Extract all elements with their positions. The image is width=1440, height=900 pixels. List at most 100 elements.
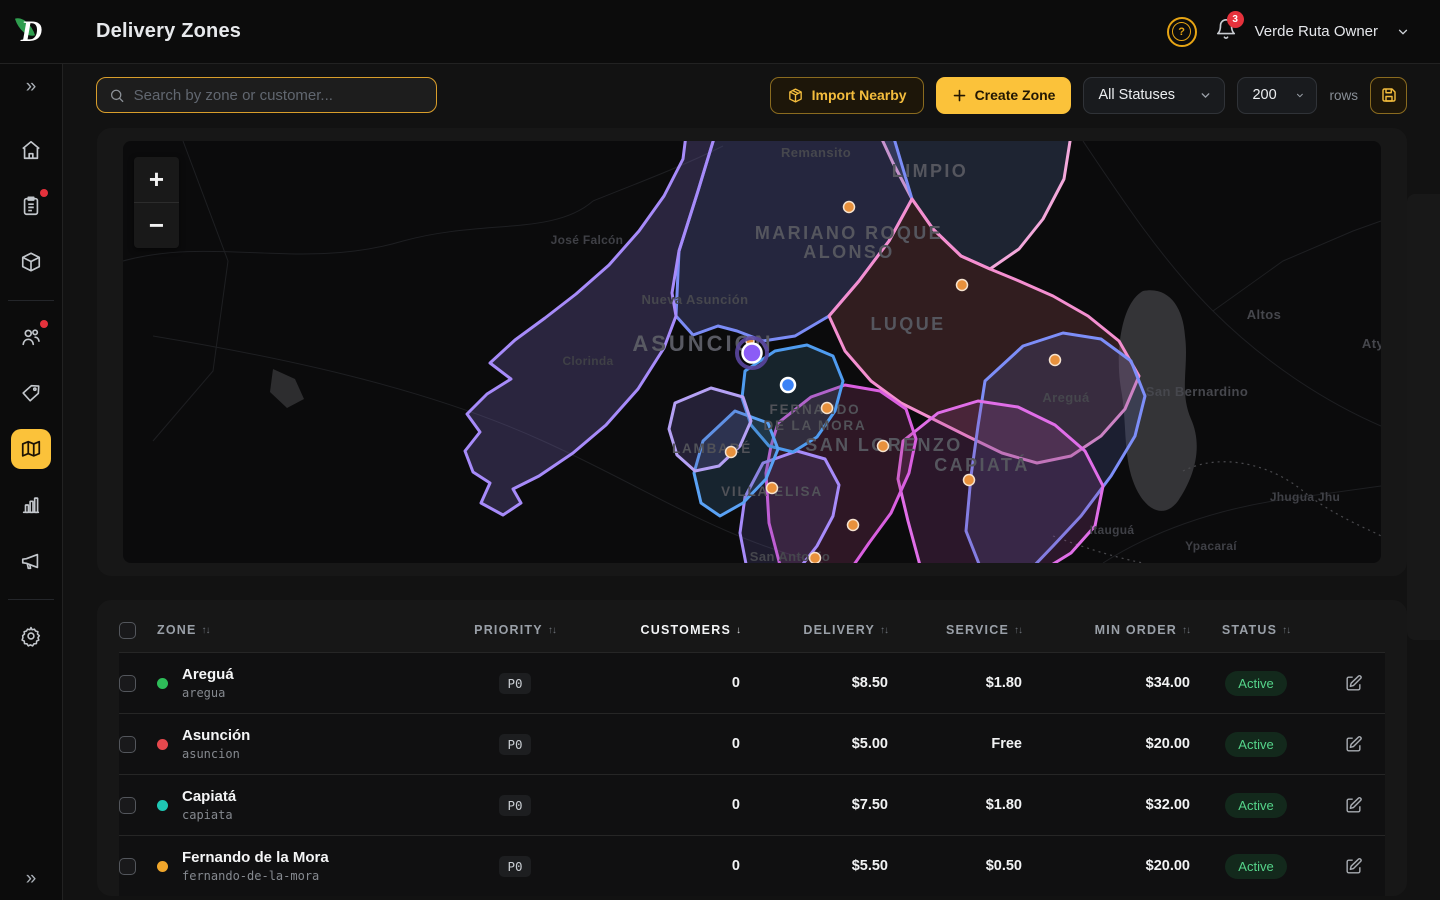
rows-count-select[interactable]: 200 bbox=[1237, 77, 1317, 114]
app-logo[interactable]: D bbox=[0, 0, 63, 64]
user-menu-name[interactable]: Verde Ruta Owner bbox=[1255, 23, 1378, 40]
search-box[interactable] bbox=[96, 77, 437, 113]
zones-toolbar: Import Nearby Create Zone All Statuses 2… bbox=[63, 64, 1440, 126]
import-nearby-button[interactable]: Import Nearby bbox=[770, 77, 924, 114]
status-badge: Active bbox=[1225, 854, 1286, 879]
search-icon bbox=[109, 87, 125, 104]
edit-zone-button[interactable] bbox=[1339, 668, 1369, 698]
sidebar-item-home[interactable] bbox=[11, 130, 51, 170]
service-fee-value: $1.80 bbox=[888, 797, 1022, 813]
column-header-min-order[interactable]: MIN ORDER↑↓ bbox=[1022, 623, 1190, 637]
sidebar-item-settings[interactable] bbox=[11, 616, 51, 656]
marker-orange[interactable] bbox=[726, 447, 737, 458]
sidebar-item-orders[interactable] bbox=[11, 186, 51, 226]
map-label: San Bernardino bbox=[1146, 384, 1248, 399]
zoom-in-button[interactable]: + bbox=[134, 157, 179, 202]
map-label: ALONSO bbox=[803, 242, 894, 262]
zone-polygon-asuncion-zone[interactable] bbox=[465, 141, 715, 515]
status-badge: Active bbox=[1225, 671, 1286, 696]
map-label: Areguá bbox=[1042, 390, 1090, 405]
search-input[interactable] bbox=[134, 87, 424, 104]
edit-zone-button[interactable] bbox=[1339, 790, 1369, 820]
sidebar-nav: » » bbox=[0, 64, 63, 900]
zoom-out-button[interactable]: − bbox=[134, 203, 179, 248]
table-row[interactable]: Fernando de la Mora fernando-de-la-mora … bbox=[119, 835, 1385, 896]
zones-map-card: RemansitoLIMPIOMARIANO ROQUEALONSOJosé F… bbox=[97, 128, 1407, 576]
service-fee-value: Free bbox=[888, 736, 1022, 752]
chevron-down-icon bbox=[1199, 89, 1212, 102]
notifications-bell-icon[interactable]: 3 bbox=[1215, 18, 1237, 45]
map-label: FERNANDO bbox=[770, 402, 861, 417]
users-icon bbox=[20, 326, 42, 348]
save-view-button[interactable] bbox=[1370, 77, 1407, 114]
marker-orange[interactable] bbox=[878, 441, 889, 452]
map-label: José Falcón bbox=[551, 233, 624, 247]
sidebar-item-zones-map[interactable] bbox=[11, 429, 51, 469]
marker-orange[interactable] bbox=[767, 483, 778, 494]
chevron-down-icon[interactable] bbox=[1396, 25, 1410, 39]
marker-orange[interactable] bbox=[810, 553, 821, 564]
column-header-priority[interactable]: PRIORITY↑↓ bbox=[455, 623, 575, 637]
column-header-delivery[interactable]: DELIVERY↑↓ bbox=[740, 623, 888, 637]
plus-icon bbox=[952, 88, 967, 103]
zone-color-dot bbox=[157, 678, 168, 689]
edit-zone-button[interactable] bbox=[1339, 729, 1369, 759]
help-icon[interactable]: ? bbox=[1167, 17, 1197, 47]
edit-icon bbox=[1344, 796, 1363, 815]
row-checkbox[interactable] bbox=[119, 858, 136, 875]
zone-slug: fernando-de-la-mora bbox=[182, 869, 329, 883]
row-checkbox[interactable] bbox=[119, 797, 136, 814]
home-icon bbox=[20, 139, 42, 161]
sidebar-item-products[interactable] bbox=[11, 242, 51, 282]
delivery-fee-value: $5.00 bbox=[740, 736, 888, 752]
delivery-fee-value: $7.50 bbox=[740, 797, 888, 813]
marker-orange[interactable] bbox=[848, 520, 859, 531]
column-header-zone[interactable]: ZONE↑↓ bbox=[157, 623, 455, 637]
create-zone-button[interactable]: Create Zone bbox=[936, 77, 1072, 114]
column-header-status[interactable]: STATUS↑↓ bbox=[1190, 623, 1322, 637]
customers-value: 0 bbox=[575, 675, 740, 691]
page-title: Delivery Zones bbox=[96, 20, 241, 43]
map-icon bbox=[20, 438, 42, 460]
map-label: Aty bbox=[1362, 336, 1381, 351]
marker-orange[interactable] bbox=[964, 475, 975, 486]
service-fee-value: $0.50 bbox=[888, 858, 1022, 874]
map-label: Itauguá bbox=[1090, 523, 1135, 537]
column-header-service[interactable]: SERVICE↑↓ bbox=[888, 623, 1022, 637]
sidebar-item-customers[interactable] bbox=[11, 317, 51, 357]
marker-orange[interactable] bbox=[957, 280, 968, 291]
table-row[interactable]: Asunción asuncion P0 0 $5.00 Free $20.00… bbox=[119, 713, 1385, 774]
edit-icon bbox=[1344, 857, 1363, 876]
zones-map[interactable]: RemansitoLIMPIOMARIANO ROQUEALONSOJosé F… bbox=[123, 141, 1381, 563]
map-label: Clorinda bbox=[562, 354, 613, 368]
marker-orange[interactable] bbox=[844, 202, 855, 213]
map-label: LAMBARÉ bbox=[672, 441, 752, 456]
marker-orange[interactable] bbox=[822, 403, 833, 414]
marker-blue[interactable] bbox=[781, 378, 795, 392]
edit-zone-button[interactable] bbox=[1339, 851, 1369, 881]
sidebar-item-analytics[interactable] bbox=[11, 485, 51, 525]
select-all-checkbox[interactable] bbox=[119, 622, 136, 639]
sidebar-item-tags[interactable] bbox=[11, 373, 51, 413]
map-label: Altos bbox=[1247, 307, 1282, 322]
main-content: Import Nearby Create Zone All Statuses 2… bbox=[63, 64, 1440, 900]
zone-name: Capiatá bbox=[182, 788, 236, 807]
side-panel-edge bbox=[1407, 194, 1440, 640]
sort-icon: ↑↓ bbox=[880, 625, 888, 636]
sidebar-expand-toggle[interactable]: » bbox=[26, 77, 37, 96]
package-icon bbox=[787, 87, 804, 104]
table-row[interactable]: Areguá aregua P0 0 $8.50 $1.80 $34.00 Ac… bbox=[119, 652, 1385, 713]
row-checkbox[interactable] bbox=[119, 736, 136, 753]
row-checkbox[interactable] bbox=[119, 675, 136, 692]
map-label: LUQUE bbox=[871, 314, 946, 334]
marker-purple[interactable] bbox=[743, 344, 762, 363]
sidebar-expand-toggle-bottom[interactable]: » bbox=[26, 869, 37, 888]
zone-color-dot bbox=[157, 800, 168, 811]
column-header-customers[interactable]: CUSTOMERS↓ bbox=[575, 623, 740, 637]
table-row[interactable]: Capiatá capiata P0 0 $7.50 $1.80 $32.00 … bbox=[119, 774, 1385, 835]
status-filter-select[interactable]: All Statuses bbox=[1083, 77, 1225, 114]
service-fee-value: $1.80 bbox=[888, 675, 1022, 691]
marker-orange[interactable] bbox=[1050, 355, 1061, 366]
sidebar-item-marketing[interactable] bbox=[11, 541, 51, 581]
save-icon bbox=[1380, 86, 1398, 104]
